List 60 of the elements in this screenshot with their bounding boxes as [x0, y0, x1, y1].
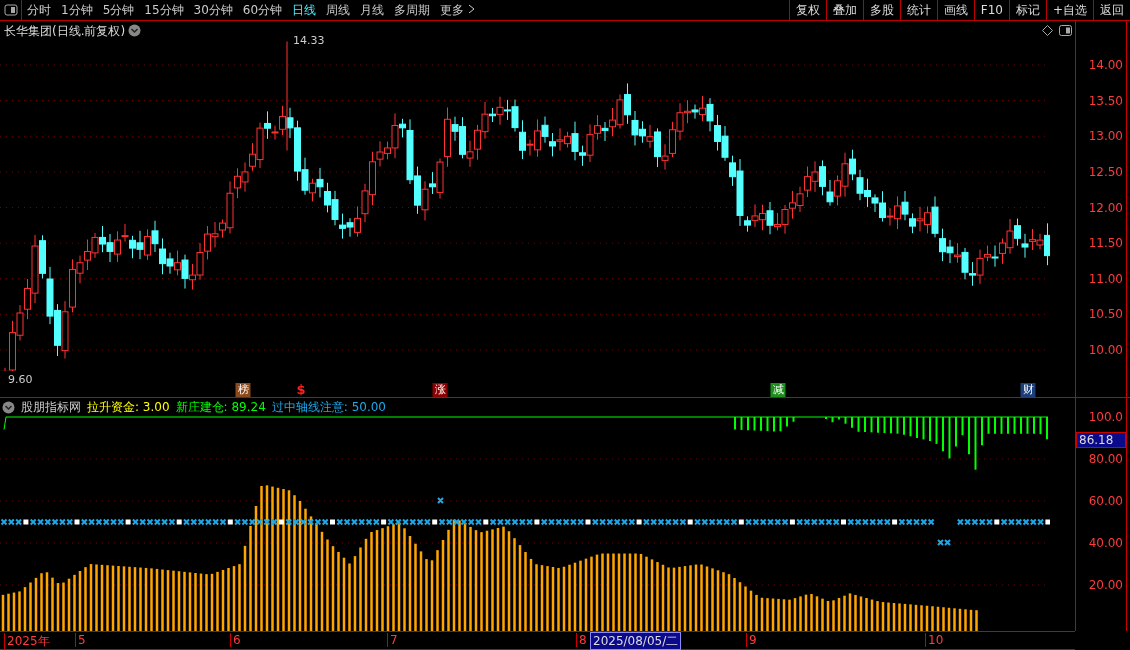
price-axis-label: 11.00 [1088, 271, 1123, 286]
date-axis-label: 9 [746, 633, 757, 647]
toolbar-button[interactable]: F10 [973, 0, 1009, 20]
period-tab[interactable]: 日线 [287, 1, 322, 19]
date-axis-label: 6 [230, 633, 241, 647]
high-price-label: 14.33 [293, 34, 325, 48]
chevron-right-icon [467, 3, 475, 14]
indicator-axis-label: 40.00 [1088, 536, 1123, 550]
toolbar-button[interactable]: 返回 [1093, 0, 1130, 20]
toolbar-button[interactable]: 复权 [788, 0, 826, 20]
date-axis-label: 8 [576, 633, 587, 647]
period-tab[interactable]: 多周期 [389, 1, 436, 19]
date-axis-label: 7 [387, 633, 398, 647]
diamond-icon[interactable] [1042, 25, 1053, 36]
period-tab[interactable]: 15分钟 [139, 1, 189, 19]
event-marker[interactable]: $ [294, 383, 308, 397]
chart-title: 长华集团(日线.前复权) [4, 23, 126, 40]
indicator-value: 过中轴线注意: 50.00 [271, 399, 386, 416]
period-tab[interactable]: 30分钟 [188, 1, 238, 19]
price-axis-label: 12.50 [1088, 164, 1123, 179]
dropdown-icon[interactable] [128, 24, 141, 37]
period-tab[interactable]: 1分钟 [56, 1, 98, 19]
date-axis-label: 10 [925, 633, 944, 647]
toolbar-button[interactable]: 标记 [1008, 0, 1046, 20]
indicator-axis-label: 60.00 [1088, 494, 1123, 508]
indicator-value: 新庄建仓: 89.24 [175, 399, 266, 416]
price-axis-label: 14.00 [1088, 58, 1123, 72]
price-axis-label: 13.00 [1088, 129, 1123, 144]
price-axis-label: 11.50 [1088, 236, 1123, 251]
dropdown-icon[interactable] [2, 401, 15, 414]
indicator-name: 股朋指标网 [21, 399, 81, 416]
period-tab[interactable]: 5分钟 [97, 1, 140, 19]
period-tab[interactable]: 月线 [355, 1, 390, 19]
date-axis-label: 5 [75, 633, 86, 647]
cursor-date-label: 2025/08/05/二 [590, 632, 682, 650]
toolbar-button[interactable]: 叠加 [825, 0, 863, 20]
toolbar-button[interactable]: 画线 [936, 0, 974, 20]
more-menu[interactable]: 更多 [435, 1, 480, 19]
indicator-axis-label: 100.0 [1088, 410, 1123, 424]
toolbar-button[interactable]: +自选 [1045, 0, 1093, 20]
current-value-label: 86.18 [1076, 431, 1126, 448]
panel-toggle-icon[interactable] [1059, 25, 1072, 36]
event-marker[interactable]: 减 [770, 383, 786, 397]
period-tab[interactable]: 60分钟 [237, 1, 288, 19]
period-tab[interactable]: 分时 [22, 1, 56, 19]
event-marker[interactable]: 榜 [235, 383, 251, 397]
indicator-axis-label: 20.00 [1088, 578, 1123, 592]
indicator-axis-label: 80.00 [1088, 452, 1123, 466]
price-axis-label: 10.50 [1088, 307, 1123, 322]
event-marker[interactable]: 财 [1020, 383, 1036, 397]
price-axis-label: 13.50 [1088, 93, 1123, 108]
toolbar-button[interactable]: 统计 [899, 0, 937, 20]
indicator-value: 拉升资金: 3.00 [87, 399, 170, 416]
period-tab[interactable]: 周线 [321, 1, 356, 19]
low-price-label: 9.60 [8, 373, 33, 386]
date-axis-label: 2025年 [4, 633, 50, 650]
price-axis-label: 10.00 [1088, 343, 1123, 357]
event-marker[interactable]: 涨 [432, 383, 448, 397]
toolbar-button[interactable]: 多股 [862, 0, 900, 20]
price-axis-label: 12.00 [1088, 200, 1123, 215]
